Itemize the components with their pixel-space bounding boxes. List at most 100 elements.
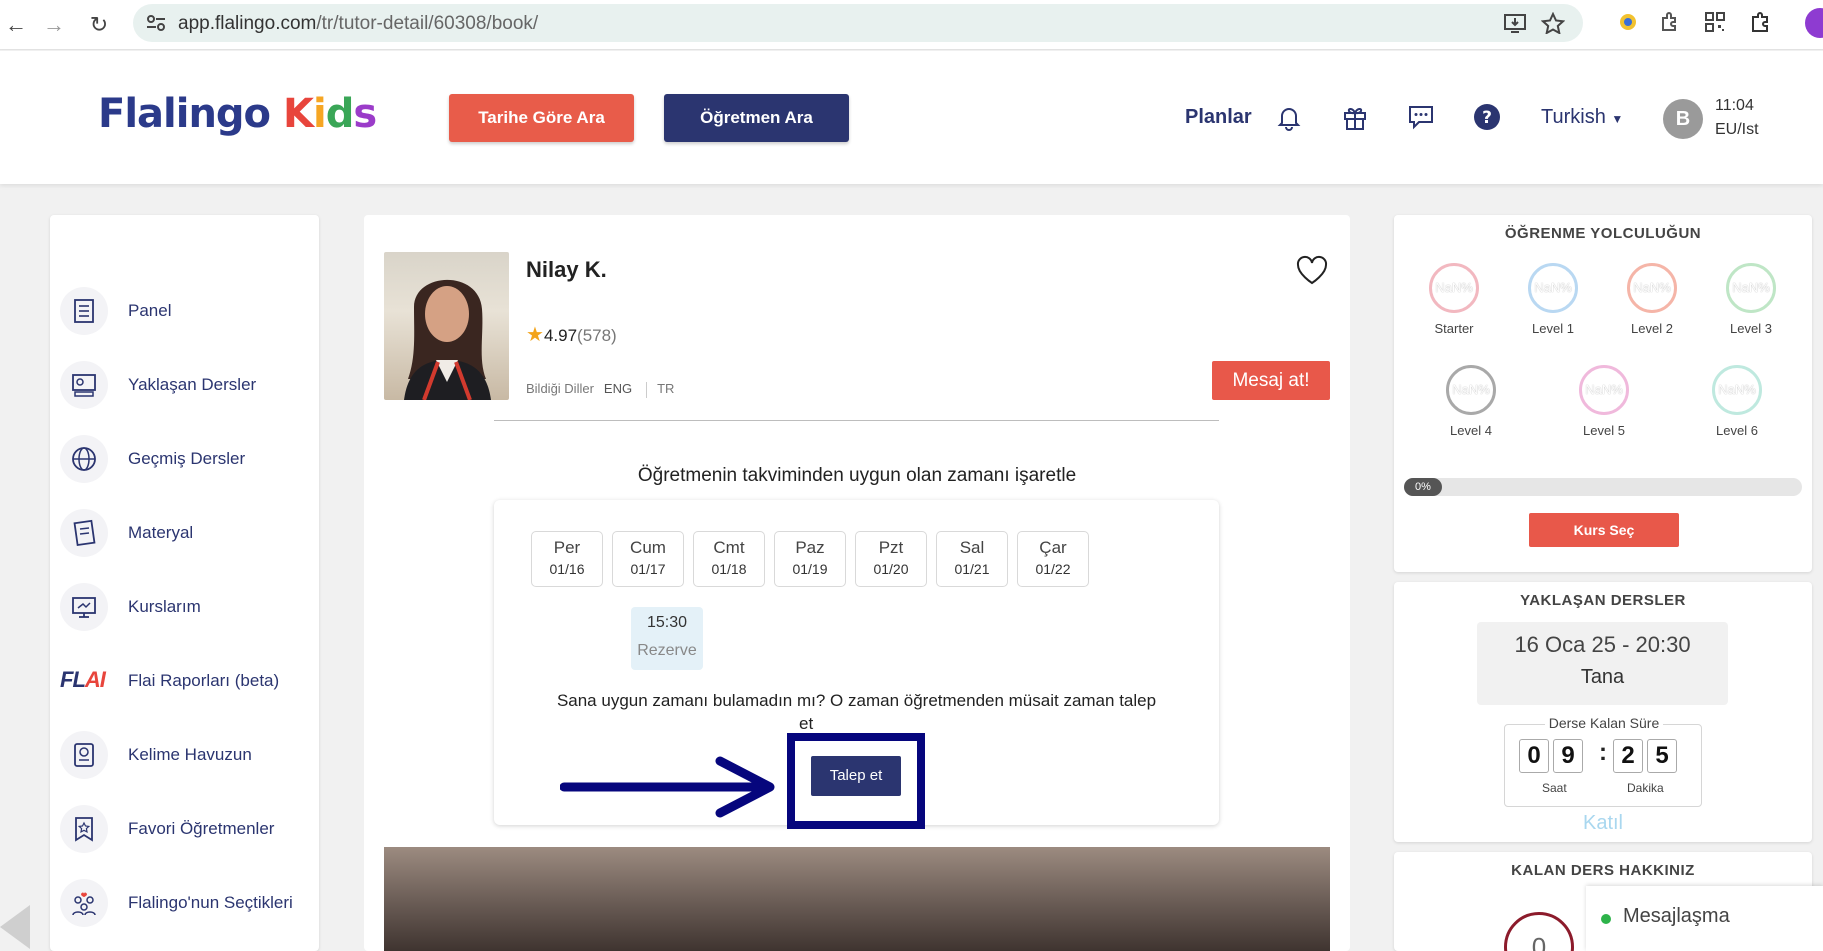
time-slot[interactable]: 15:30 Rezerve [631, 607, 703, 670]
countdown-colon: : [1599, 739, 1607, 766]
chat-bubble-icon[interactable] [1406, 102, 1436, 132]
extension-puzzle-grey-icon[interactable] [1657, 10, 1681, 34]
extensions-puzzle-icon[interactable] [1749, 10, 1773, 34]
upcoming-lessons-card: YAKLAŞAN DERSLER 16 Oca 25 - 20:30 Tana … [1394, 582, 1812, 842]
browser-profile-avatar[interactable] [1805, 8, 1823, 38]
day-name: Per [553, 538, 581, 557]
join-lesson-button[interactable]: Katıl [1394, 812, 1812, 835]
level-item[interactable]: NaN% Level 3 [1711, 263, 1791, 336]
sidebar-item-flalingo-picks[interactable]: Flalingo'nun Seçtikleri [60, 879, 315, 927]
journey-progress-bar: 0% [1404, 478, 1802, 496]
flai-logo: FLAI [60, 667, 106, 693]
level-item[interactable]: NaN% Level 6 [1697, 365, 1777, 438]
qr-code-icon[interactable] [1703, 10, 1727, 34]
level-item[interactable]: NaN% Level 1 [1513, 263, 1593, 336]
clock-timezone: EU/Ist [1715, 121, 1759, 138]
day-date: 01/19 [792, 561, 828, 577]
calendar-day[interactable]: Paz 01/19 [774, 531, 846, 587]
countdown-digit: 2 [1613, 739, 1643, 773]
sidebar-item-courses[interactable]: Kurslarım [60, 583, 315, 631]
carousel-left-arrow-icon[interactable] [0, 905, 30, 949]
learning-journey-title: ÖĞRENME YOLCULUĞUN [1504, 225, 1702, 242]
sidebar-item-panel[interactable]: Panel [60, 287, 315, 335]
svg-text:?: ? [1482, 108, 1492, 128]
sidebar-item-label: Panel [128, 301, 172, 320]
teacher-rating: ★4.97(578) [526, 322, 617, 347]
url-text[interactable]: app.flalingo.com/tr/tutor-detail/60308/b… [178, 13, 538, 35]
slot-status: Rezerve [637, 642, 697, 659]
plans-link[interactable]: Planlar [1185, 106, 1252, 129]
messaging-label: Mesajlaşma [1623, 905, 1730, 927]
sidebar-item-label: Geçmiş Dersler [128, 449, 246, 468]
sidebar-item-favorite-teachers[interactable]: Favori Öğretmenler [60, 805, 315, 853]
calendar-day[interactable]: Pzt 01/20 [855, 531, 927, 587]
panel-icon [60, 287, 108, 335]
teacher-languages: Bildiği Diller ENG TR [526, 381, 674, 398]
upcoming-lessons-icon [60, 361, 108, 409]
request-time-button[interactable]: Talep et [811, 756, 901, 796]
site-header: Flalingo Kids Tarihe Göre Ara Öğretmen A… [0, 51, 1823, 184]
level-name: Level 1 [1532, 321, 1574, 336]
day-date: 01/22 [1035, 561, 1071, 577]
day-date: 01/20 [873, 561, 909, 577]
sidebar-item-word-pool[interactable]: Kelime Havuzun [60, 731, 315, 779]
sidebar-item-upcoming-lessons[interactable]: Yaklaşan Dersler [60, 361, 315, 409]
notifications-bell-icon[interactable] [1274, 102, 1304, 132]
search-teacher-button[interactable]: Öğretmen Ara [664, 94, 849, 142]
sidebar-item-label: Kelime Havuzun [128, 745, 252, 764]
gift-icon[interactable] [1340, 102, 1370, 132]
star-icon: ★ [526, 324, 544, 346]
sidebar-item-past-lessons[interactable]: Geçmiş Dersler [60, 435, 315, 483]
send-message-button[interactable]: Mesaj at! [1212, 361, 1330, 400]
teacher-video-thumbnail[interactable] [384, 847, 1330, 951]
site-settings-icon[interactable] [145, 12, 167, 34]
language-dropdown[interactable]: Turkish ▼ [1541, 106, 1623, 129]
user-avatar[interactable]: B [1663, 99, 1703, 139]
sidebar-item-flai-reports[interactable]: FLAI Flai Raporları (beta) [60, 657, 315, 705]
calendar-day[interactable]: Cum 01/17 [612, 531, 684, 587]
day-name: Paz [795, 538, 825, 557]
install-app-icon[interactable] [1503, 12, 1527, 34]
level-ring: NaN% [1712, 365, 1762, 415]
sidebar-item-label: Yaklaşan Dersler [128, 375, 257, 394]
day-date: 01/17 [630, 561, 666, 577]
help-question-icon[interactable]: ? [1472, 102, 1502, 132]
language-code: TR [657, 381, 675, 396]
sidebar-item-material[interactable]: Materyal [60, 509, 315, 557]
favorite-heart-icon[interactable] [1295, 255, 1329, 287]
calendar-day[interactable]: Cmt 01/18 [693, 531, 765, 587]
sidebar: Panel Yaklaşan Dersler Geçmiş Dersler Ma… [50, 215, 319, 951]
back-icon[interactable]: ← [0, 9, 32, 41]
level-item[interactable]: NaN% Level 2 [1612, 263, 1692, 336]
level-item[interactable]: NaN% Level 4 [1431, 365, 1511, 438]
rating-count: (578) [577, 326, 617, 345]
select-course-button[interactable]: Kurs Seç [1529, 513, 1679, 547]
language-code: ENG [603, 381, 633, 396]
bookmark-star-icon[interactable] [1541, 12, 1565, 34]
courses-icon [60, 583, 108, 631]
sidebar-item-label: Flai Raporları (beta) [128, 671, 280, 690]
language-separator [646, 381, 648, 398]
countdown-unit-hours: Saat [1542, 781, 1567, 795]
teacher-name: Nilay K. [526, 257, 607, 282]
reload-icon[interactable]: ↻ [83, 9, 115, 41]
calendar-day[interactable]: Sal 01/21 [936, 531, 1008, 587]
flai-logo-fl: FL [60, 667, 86, 692]
level-ring: NaN% [1528, 263, 1578, 313]
lesson-teacher: Tana [1580, 666, 1625, 688]
url-path: /tr/tutor-detail/60308/book/ [316, 13, 539, 34]
address-bar[interactable]: app.flalingo.com/tr/tutor-detail/60308/b… [133, 4, 1583, 42]
forward-icon[interactable]: → [38, 9, 70, 41]
messaging-tab[interactable]: Mesajlaşma [1586, 886, 1823, 951]
flalingo-kids-logo[interactable]: Flalingo Kids [98, 91, 377, 137]
level-item[interactable]: NaN% Level 5 [1564, 365, 1644, 438]
level-name: Level 4 [1450, 423, 1492, 438]
calendar-day[interactable]: Çar 01/22 [1017, 531, 1089, 587]
clock: 11:04 EU/Ist [1715, 94, 1759, 142]
day-date: 01/18 [711, 561, 747, 577]
extension-color-icon[interactable] [1616, 10, 1640, 34]
search-by-date-button[interactable]: Tarihe Göre Ara [449, 94, 634, 142]
level-item[interactable]: NaN% Starter [1414, 263, 1494, 336]
remaining-lessons-ring: 0 [1504, 912, 1574, 951]
calendar-day[interactable]: Per 01/16 [531, 531, 603, 587]
